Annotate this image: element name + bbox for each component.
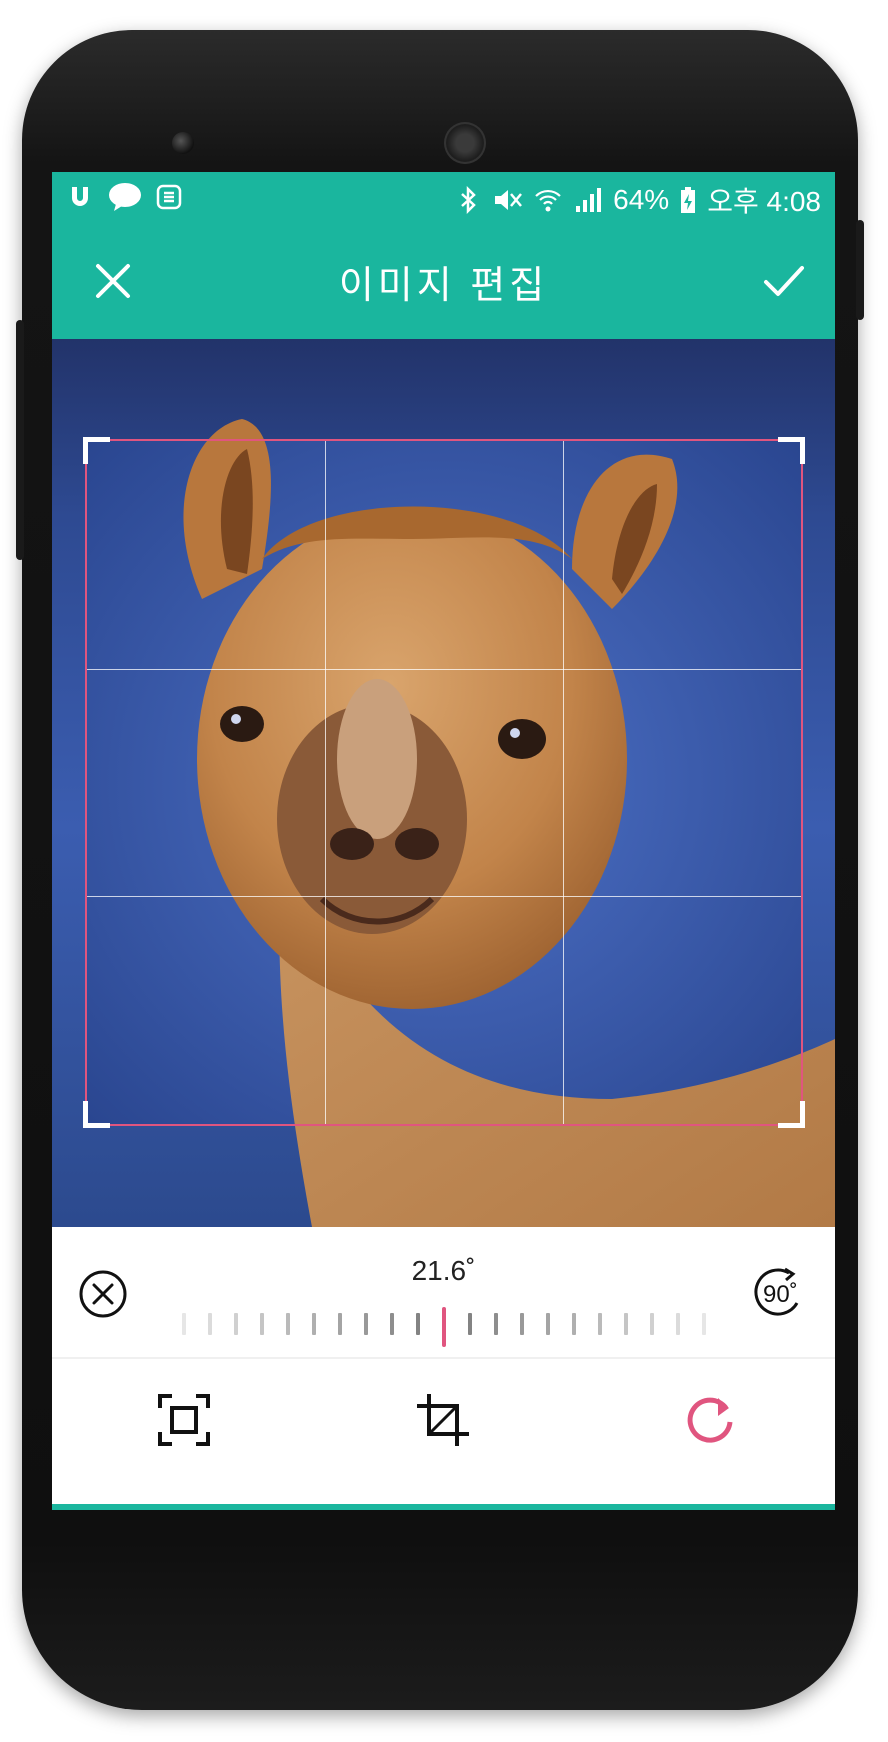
crop-frame[interactable] bbox=[83, 437, 805, 1128]
edit-toolbar: 21.6˚ 90˚ bbox=[52, 1227, 835, 1510]
dial-tick bbox=[182, 1313, 186, 1335]
dial-tick bbox=[546, 1313, 550, 1335]
uplus-icon bbox=[66, 182, 96, 212]
dial-tick bbox=[572, 1313, 576, 1335]
grid-line-h1 bbox=[87, 668, 801, 670]
dial-tick bbox=[650, 1313, 654, 1335]
grid-line-v1 bbox=[324, 441, 326, 1124]
dial-tick bbox=[676, 1313, 680, 1335]
volume-button bbox=[16, 320, 24, 560]
check-icon[interactable] bbox=[761, 258, 807, 304]
dial-tick bbox=[520, 1313, 524, 1335]
dial-tick bbox=[260, 1313, 264, 1335]
aspect-fit-icon[interactable] bbox=[156, 1392, 212, 1448]
dial-tick bbox=[494, 1313, 498, 1335]
signal-icon bbox=[573, 185, 603, 215]
dial-tick bbox=[312, 1313, 316, 1335]
bluetooth-icon bbox=[453, 185, 483, 215]
crop-icon[interactable] bbox=[415, 1392, 471, 1448]
front-camera bbox=[172, 132, 194, 154]
app-bar: 이미지 편집 bbox=[52, 224, 835, 339]
grid-line-h2 bbox=[87, 896, 801, 898]
status-left-icons bbox=[66, 182, 184, 212]
rotation-indicator bbox=[442, 1307, 446, 1347]
status-bar: 64% 오후 4:08 bbox=[52, 172, 835, 224]
dial-tick bbox=[702, 1313, 706, 1335]
clock: 오후 4:08 bbox=[707, 186, 821, 217]
dial-tick bbox=[338, 1313, 342, 1335]
bottom-accent-line bbox=[52, 1504, 835, 1510]
dial-tick bbox=[598, 1313, 602, 1335]
rotation-control: 21.6˚ 90˚ bbox=[52, 1227, 835, 1359]
crop-handle-bottom-right[interactable] bbox=[778, 1101, 805, 1128]
rotate-90-label: 90˚ bbox=[763, 1281, 798, 1308]
battery-percent: 64% bbox=[613, 184, 670, 215]
dial-tick bbox=[234, 1313, 238, 1335]
status-right-icons: 64% 오후 4:08 bbox=[453, 180, 821, 220]
dial-tick bbox=[390, 1313, 394, 1335]
dial-tick bbox=[286, 1313, 290, 1335]
page-title: 이미지 편집 bbox=[338, 265, 549, 307]
rotate-90-button[interactable]: 90˚ bbox=[749, 1267, 811, 1321]
crop-handle-top-left[interactable] bbox=[83, 437, 110, 464]
crop-handle-top-right[interactable] bbox=[778, 437, 805, 464]
rotation-angle-label: 21.6˚ bbox=[411, 1255, 476, 1286]
power-button bbox=[856, 220, 864, 320]
tool-row bbox=[52, 1367, 835, 1487]
wifi-icon bbox=[533, 185, 563, 215]
crop-handle-bottom-left[interactable] bbox=[83, 1101, 110, 1128]
notification-list-icon bbox=[154, 182, 184, 212]
mute-icon bbox=[493, 185, 523, 215]
earpiece-speaker bbox=[444, 122, 486, 164]
dial-tick bbox=[624, 1313, 628, 1335]
grid-line-v2 bbox=[562, 441, 564, 1124]
image-canvas[interactable] bbox=[52, 339, 835, 1227]
dial-tick bbox=[416, 1313, 420, 1335]
dial-tick bbox=[364, 1313, 368, 1335]
dial-tick bbox=[208, 1313, 212, 1335]
dial-tick bbox=[468, 1313, 472, 1335]
battery-icon bbox=[679, 185, 697, 215]
kakaotalk-icon bbox=[108, 182, 142, 212]
screen: 64% 오후 4:08 이미지 편집 21.6˚ 90˚ bbox=[52, 172, 835, 1510]
rotate-icon[interactable] bbox=[682, 1392, 738, 1448]
